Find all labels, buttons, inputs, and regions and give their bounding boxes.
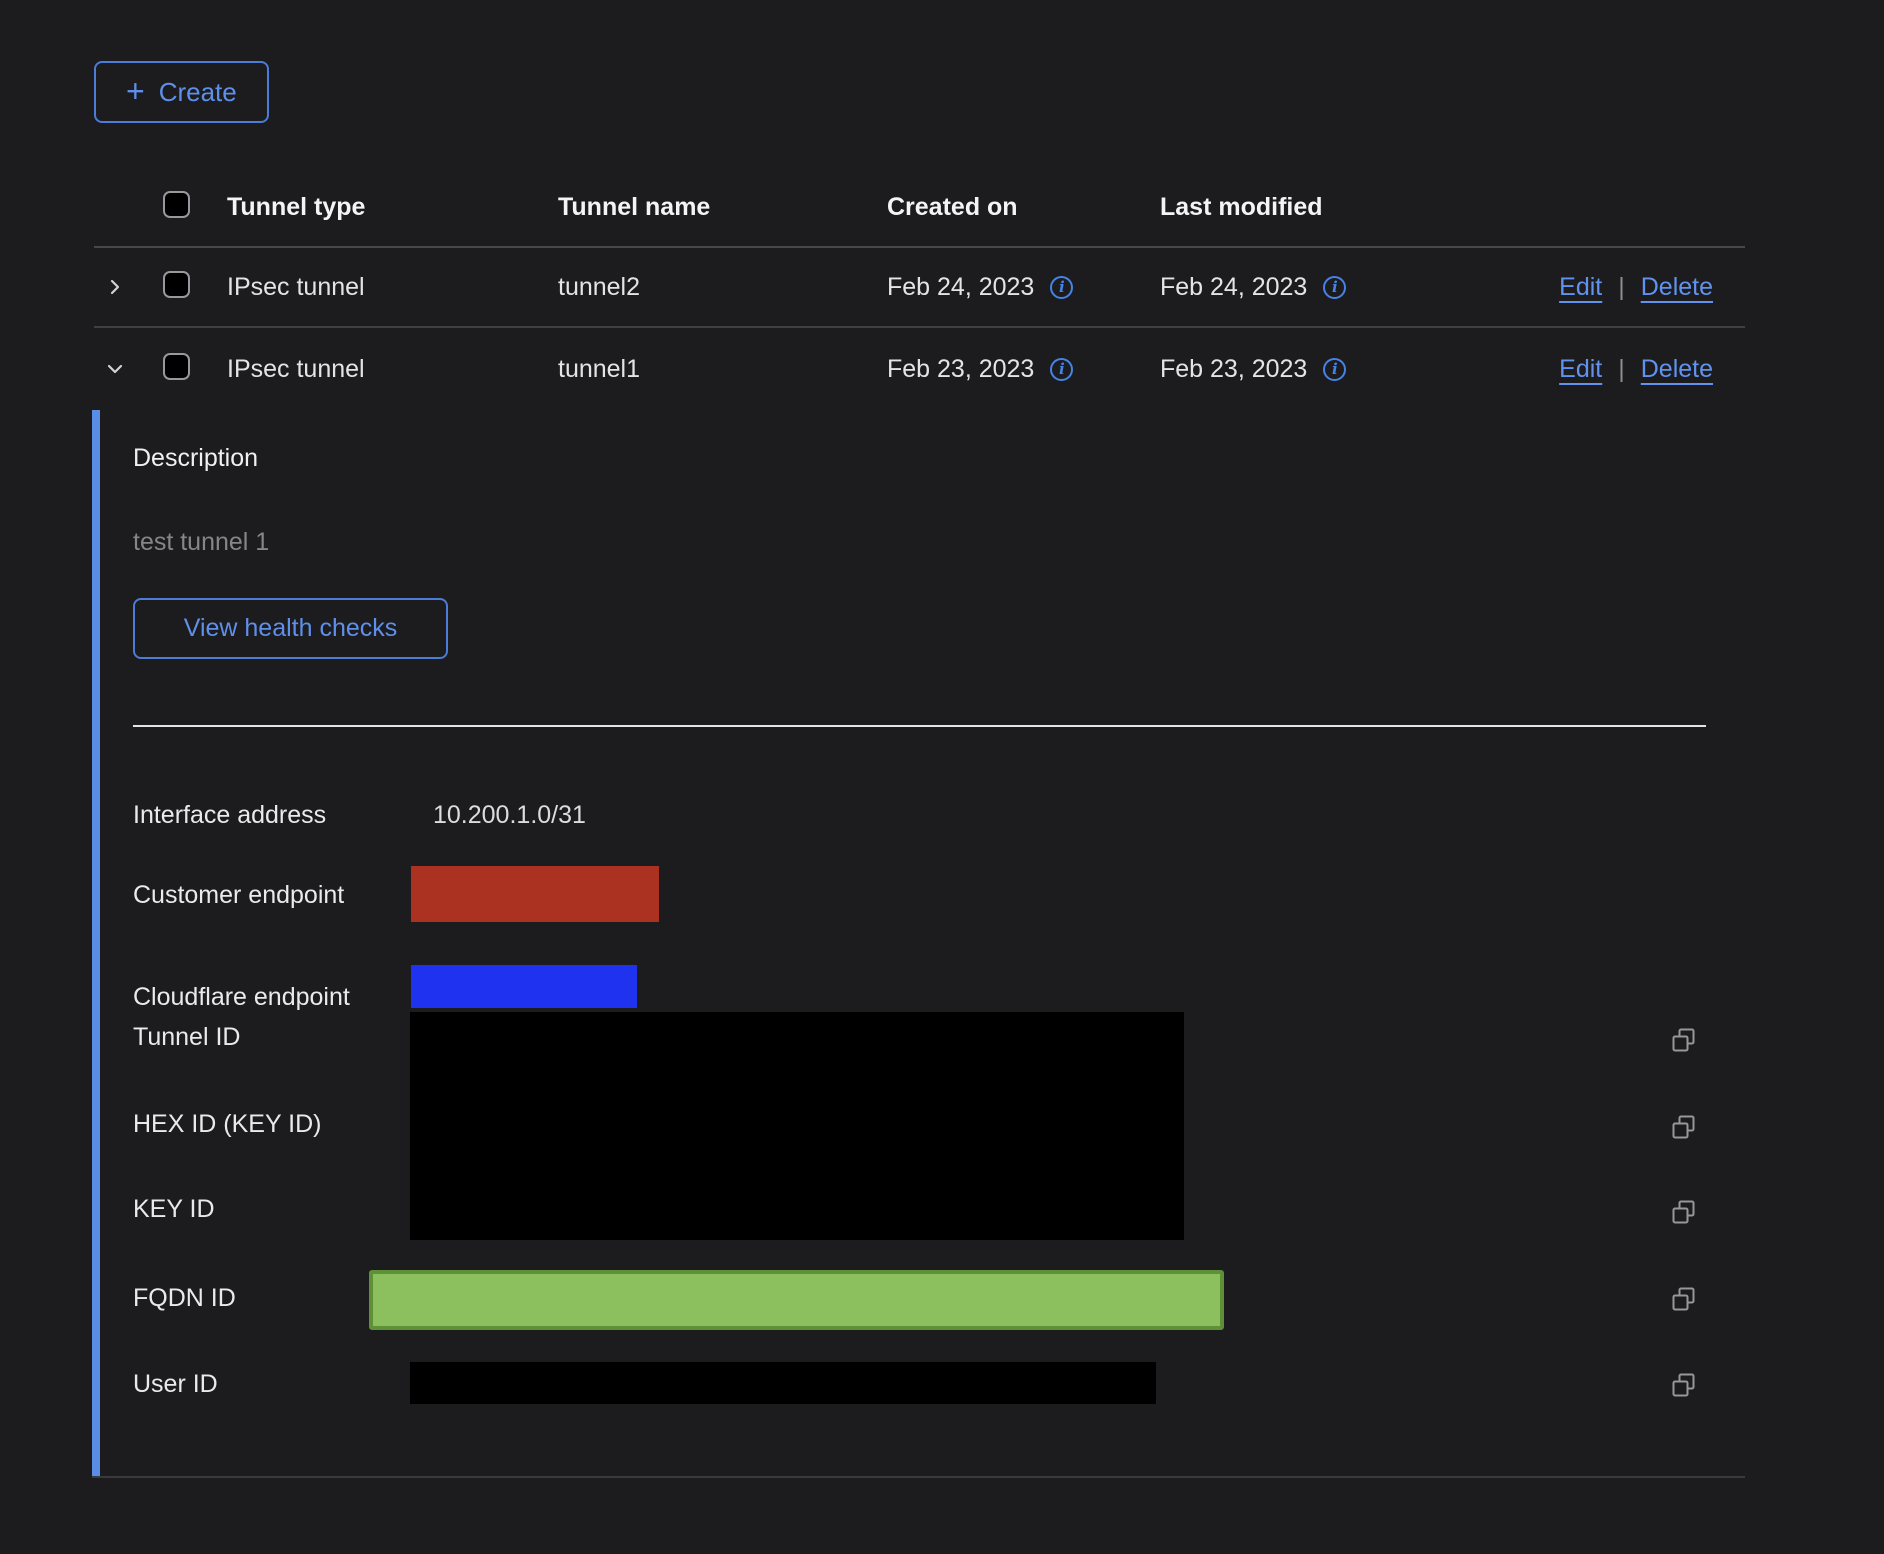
info-icon[interactable]: i bbox=[1050, 276, 1073, 299]
info-icon[interactable]: i bbox=[1050, 358, 1073, 381]
delete-link[interactable]: Delete bbox=[1641, 273, 1713, 302]
table-row: IPsec tunnel tunnel2 Feb 24, 2023 i Feb … bbox=[94, 248, 1745, 328]
table-header-row: Tunnel type Tunnel name Created on Last … bbox=[94, 168, 1745, 248]
chevron-right-icon bbox=[104, 276, 126, 298]
select-all-checkbox[interactable] bbox=[163, 191, 190, 218]
user-id-label: User ID bbox=[133, 1370, 218, 1399]
row-checkbox[interactable] bbox=[163, 353, 190, 380]
customer-endpoint-label: Customer endpoint bbox=[133, 881, 344, 910]
copy-tunnel-id-button[interactable] bbox=[1670, 1027, 1697, 1054]
plus-icon: + bbox=[126, 75, 145, 107]
info-icon[interactable]: i bbox=[1323, 358, 1346, 381]
delete-link[interactable]: Delete bbox=[1641, 355, 1713, 384]
column-header-created-on: Created on bbox=[887, 193, 1160, 222]
chevron-down-icon bbox=[104, 358, 126, 380]
details-divider bbox=[133, 725, 1706, 727]
copy-key-id-button[interactable] bbox=[1670, 1199, 1697, 1226]
copy-icon bbox=[1670, 1199, 1697, 1226]
created-on-value: Feb 23, 2023 bbox=[887, 355, 1034, 384]
user-id-redacted-value bbox=[410, 1362, 1156, 1404]
copy-user-id-button[interactable] bbox=[1670, 1372, 1697, 1399]
copy-icon bbox=[1670, 1286, 1697, 1313]
copy-fqdn-id-button[interactable] bbox=[1670, 1286, 1697, 1313]
copy-hex-id-button[interactable] bbox=[1670, 1114, 1697, 1141]
create-button-label: Create bbox=[159, 77, 237, 108]
edit-link[interactable]: Edit bbox=[1559, 273, 1602, 302]
tunnels-table: Tunnel type Tunnel name Created on Last … bbox=[94, 168, 1745, 410]
created-on-value: Feb 24, 2023 bbox=[887, 273, 1034, 302]
cloudflare-endpoint-label: Cloudflare endpoint bbox=[133, 983, 350, 1012]
last-modified-value: Feb 24, 2023 bbox=[1160, 273, 1307, 302]
action-separator: | bbox=[1618, 355, 1625, 384]
interface-address-label: Interface address bbox=[133, 801, 326, 830]
collapse-row-button[interactable] bbox=[100, 354, 130, 384]
last-modified-value: Feb 23, 2023 bbox=[1160, 355, 1307, 384]
create-button[interactable]: + Create bbox=[94, 61, 269, 123]
interface-address-value: 10.200.1.0/31 bbox=[433, 801, 586, 830]
fqdn-id-redacted-value bbox=[369, 1270, 1224, 1330]
key-id-label: KEY ID bbox=[133, 1195, 215, 1224]
view-health-checks-button[interactable]: View health checks bbox=[133, 598, 448, 659]
copy-icon bbox=[1670, 1114, 1697, 1141]
tunnel-details-panel: Description test tunnel 1 View health ch… bbox=[92, 410, 1745, 1478]
hex-id-label: HEX ID (KEY ID) bbox=[133, 1110, 321, 1139]
edit-link[interactable]: Edit bbox=[1559, 355, 1602, 384]
tunnel-type-value: IPsec tunnel bbox=[227, 355, 558, 384]
tunnel-name-value: tunnel1 bbox=[558, 355, 887, 384]
tunnels-page: + Create Tunnel type Tunnel name Created… bbox=[0, 0, 1884, 1554]
cloudflare-endpoint-redacted-value bbox=[411, 965, 637, 1008]
description-value: test tunnel 1 bbox=[133, 528, 269, 557]
row-checkbox[interactable] bbox=[163, 271, 190, 298]
fqdn-id-label: FQDN ID bbox=[133, 1284, 236, 1313]
table-row: IPsec tunnel tunnel1 Feb 23, 2023 i Feb … bbox=[94, 328, 1745, 410]
copy-icon bbox=[1670, 1372, 1697, 1399]
description-label: Description bbox=[133, 444, 258, 473]
expanded-row-accent-bar bbox=[92, 410, 100, 1476]
action-separator: | bbox=[1618, 273, 1625, 302]
tunnel-id-label: Tunnel ID bbox=[133, 1023, 240, 1052]
column-header-last-modified: Last modified bbox=[1160, 193, 1470, 222]
expand-row-button[interactable] bbox=[100, 272, 130, 302]
copy-icon bbox=[1670, 1027, 1697, 1054]
column-header-tunnel-type: Tunnel type bbox=[227, 193, 558, 222]
info-icon[interactable]: i bbox=[1323, 276, 1346, 299]
header-checkbox-cell bbox=[163, 191, 227, 223]
customer-endpoint-redacted-value bbox=[411, 866, 659, 922]
tunnel-name-value: tunnel2 bbox=[558, 273, 887, 302]
tunnel-type-value: IPsec tunnel bbox=[227, 273, 558, 302]
tunnel-id-redacted-values bbox=[410, 1012, 1184, 1240]
column-header-tunnel-name: Tunnel name bbox=[558, 193, 887, 222]
